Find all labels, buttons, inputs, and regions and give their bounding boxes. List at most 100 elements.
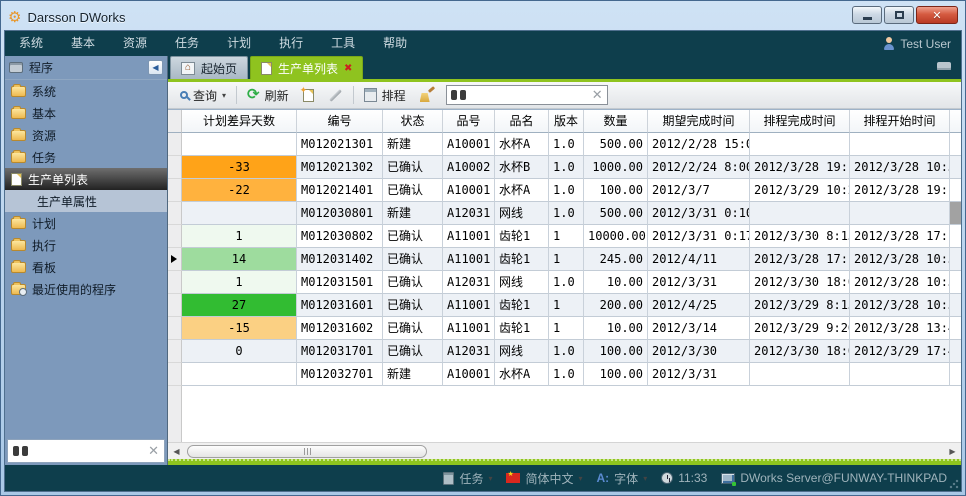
table-row[interactable]: 14M012031402已确认A11001齿轮11245.002012/4/11… xyxy=(168,248,961,271)
table-cell[interactable] xyxy=(950,133,961,156)
table-cell[interactable]: -33 xyxy=(182,156,297,179)
table-cell[interactable]: M012021302 xyxy=(297,156,383,179)
minimize-button[interactable] xyxy=(852,6,882,24)
row-selector[interactable] xyxy=(168,156,182,179)
table-row[interactable]: M012030801新建A12031网线1.0500.002012/3/31 0… xyxy=(168,202,961,225)
column-header[interactable]: 状态 xyxy=(383,110,443,133)
table-cell[interactable]: 已确认 xyxy=(383,248,443,271)
table-cell[interactable]: 1.0 xyxy=(549,340,584,363)
toolbar-search-input[interactable] xyxy=(470,88,588,102)
table-cell[interactable]: M012031501 xyxy=(297,271,383,294)
scroll-left-button[interactable]: ◀ xyxy=(168,444,185,459)
column-header[interactable]: 期望完成时间 xyxy=(648,110,750,133)
table-cell[interactable]: A10001 xyxy=(443,179,495,202)
row-selector[interactable] xyxy=(168,248,182,271)
table-cell[interactable] xyxy=(950,248,961,271)
table-cell[interactable]: 齿轮1 xyxy=(495,225,549,248)
status-language-menu[interactable]: 简体中文 ▾ xyxy=(506,470,582,487)
resize-grip[interactable] xyxy=(949,479,959,489)
table-cell[interactable]: 200.00 xyxy=(584,294,648,317)
table-cell[interactable]: 1.0 xyxy=(549,363,584,386)
new-button[interactable]: ✦ xyxy=(299,87,318,104)
table-cell[interactable] xyxy=(950,363,961,386)
table-cell[interactable]: M012031602 xyxy=(297,317,383,340)
table-cell[interactable] xyxy=(182,202,297,225)
menu-help[interactable]: 帮助 xyxy=(369,31,421,56)
table-cell[interactable]: 100.00 xyxy=(584,363,648,386)
table-cell[interactable]: 1.0 xyxy=(549,202,584,225)
table-cell[interactable]: 2012/2/24 8:00 xyxy=(648,156,750,179)
status-font-menu[interactable]: A: 字体 ▾ xyxy=(597,470,648,487)
table-cell[interactable] xyxy=(750,363,850,386)
table-cell[interactable]: 2012/3/31 xyxy=(648,271,750,294)
table-cell[interactable]: 2012/4/11 xyxy=(648,248,750,271)
table-cell[interactable]: A12031 xyxy=(443,340,495,363)
row-selector[interactable] xyxy=(168,271,182,294)
table-cell[interactable]: 新建 xyxy=(383,363,443,386)
table-cell[interactable] xyxy=(950,156,961,179)
sidebar-item-execute[interactable]: 执行 xyxy=(5,234,167,256)
row-selector[interactable] xyxy=(168,202,182,225)
table-cell[interactable]: 2012/4/25 xyxy=(648,294,750,317)
table-cell[interactable] xyxy=(750,133,850,156)
table-cell[interactable]: 新建 xyxy=(383,202,443,225)
row-selector[interactable] xyxy=(168,363,182,386)
table-cell[interactable]: -15 xyxy=(182,317,297,340)
table-cell[interactable] xyxy=(850,202,950,225)
tab-start-page[interactable]: ⌂ 起始页 xyxy=(170,56,248,79)
table-cell[interactable]: 500.00 xyxy=(584,202,648,225)
table-cell[interactable]: 14 xyxy=(182,248,297,271)
scrollbar-track[interactable] xyxy=(185,444,944,459)
table-cell[interactable] xyxy=(750,202,850,225)
table-cell[interactable]: 1 xyxy=(549,225,584,248)
column-header[interactable]: 品名 xyxy=(495,110,549,133)
table-row[interactable]: 1M012030802已确认A11001齿轮1110000.002012/3/3… xyxy=(168,225,961,248)
sidebar-item-task[interactable]: 任务 xyxy=(5,146,167,168)
table-cell[interactable]: 已确认 xyxy=(383,294,443,317)
sidebar-item-production-order-props[interactable]: 生产单属性 xyxy=(5,190,167,212)
menu-system[interactable]: 系统 xyxy=(5,31,57,56)
scrollbar-thumb[interactable] xyxy=(187,445,427,458)
table-cell[interactable]: M012031402 xyxy=(297,248,383,271)
table-cell[interactable]: 1 xyxy=(549,317,584,340)
table-cell[interactable]: 2012/3/29 17:46 xyxy=(850,340,950,363)
table-cell[interactable]: 水杯A xyxy=(495,363,549,386)
table-cell[interactable] xyxy=(850,363,950,386)
clean-button[interactable] xyxy=(416,86,440,104)
table-row[interactable]: 1M012031501已确认A12031网线1.010.002012/3/312… xyxy=(168,271,961,294)
column-header[interactable]: 编号 xyxy=(297,110,383,133)
table-cell[interactable] xyxy=(950,225,961,248)
table-cell[interactable]: 2012/3/28 19:10 xyxy=(750,156,850,179)
table-cell[interactable]: 10000.00 xyxy=(584,225,648,248)
table-cell[interactable] xyxy=(182,133,297,156)
row-selector[interactable] xyxy=(168,225,182,248)
table-cell[interactable]: 2012/3/14 xyxy=(648,317,750,340)
column-header[interactable]: 能 xyxy=(950,110,961,133)
table-cell[interactable]: 2012/3/28 10:52 xyxy=(850,294,950,317)
refresh-button[interactable]: ⟳ 刷新 xyxy=(243,85,293,106)
table-row[interactable]: 0M012031701已确认A12031网线1.0100.002012/3/30… xyxy=(168,340,961,363)
menu-task[interactable]: 任务 xyxy=(161,31,213,56)
sidebar-item-recent-programs[interactable]: 最近使用的程序 xyxy=(5,278,167,300)
table-cell[interactable]: 0 xyxy=(182,340,297,363)
sidebar-item-production-order-list[interactable]: 生产单列表 xyxy=(5,168,167,190)
table-cell[interactable]: 1 xyxy=(182,271,297,294)
table-cell[interactable]: 2012/3/29 10:20 xyxy=(750,179,850,202)
table-cell[interactable]: 2012/3/30 xyxy=(648,340,750,363)
table-row[interactable]: -15M012031602已确认A11001齿轮1110.002012/3/14… xyxy=(168,317,961,340)
sidebar-item-plan[interactable]: 计划 xyxy=(5,212,167,234)
table-cell[interactable]: 100.00 xyxy=(584,340,648,363)
font-dropdown-icon[interactable]: ▾ xyxy=(643,474,647,483)
table-cell[interactable]: 齿轮1 xyxy=(495,248,549,271)
menu-resource[interactable]: 资源 xyxy=(109,31,161,56)
table-cell[interactable]: 500.00 xyxy=(584,133,648,156)
column-header[interactable]: 排程完成时间 xyxy=(750,110,850,133)
table-cell[interactable]: A12031 xyxy=(443,271,495,294)
menu-execute[interactable]: 执行 xyxy=(265,31,317,56)
table-cell[interactable] xyxy=(950,271,961,294)
table-cell[interactable]: 2012/3/31 xyxy=(648,363,750,386)
table-row[interactable]: -33M012021302已确认A10002水杯B1.01000.002012/… xyxy=(168,156,961,179)
table-cell[interactable]: 1.0 xyxy=(549,133,584,156)
edit-button[interactable] xyxy=(324,92,347,99)
table-cell[interactable]: 2012/3/28 10:52 xyxy=(850,248,950,271)
